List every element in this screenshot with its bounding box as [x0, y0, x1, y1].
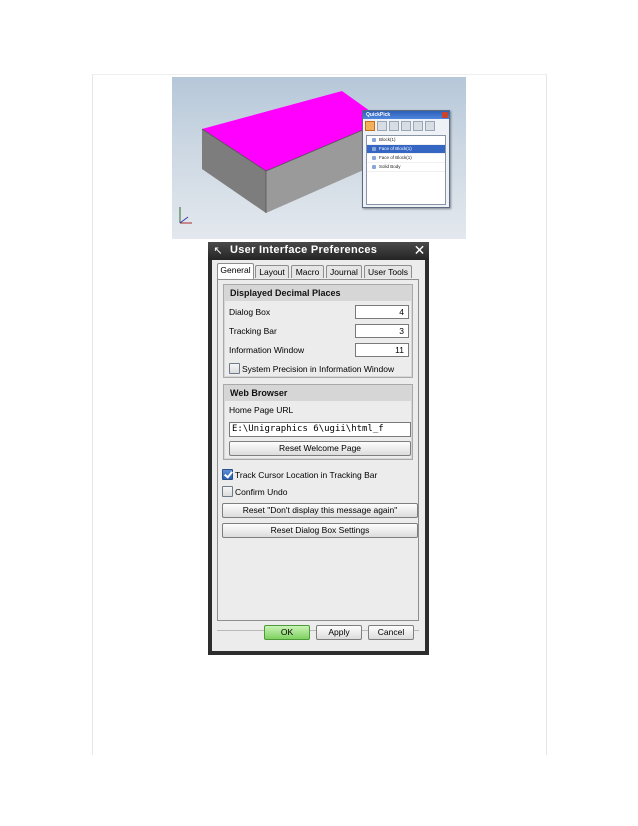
home-page-url-label: Home Page URL — [229, 405, 294, 415]
list-item-label: Block(1) — [379, 137, 396, 142]
tab-journal[interactable]: Journal — [326, 265, 362, 278]
quickpick-list: Block(1) Face of Block(1) Face of Block(… — [366, 135, 446, 205]
axis-triad — [179, 207, 192, 224]
track-cursor-label: Track Cursor Location in Tracking Bar — [235, 470, 378, 480]
reset-dont-display-button[interactable]: Reset "Don't display this message again" — [222, 503, 418, 518]
list-item[interactable]: Face of Block(1) — [367, 154, 445, 163]
home-page-url-input[interactable]: E:\Unigraphics 6\ugii\html_f — [229, 422, 411, 437]
dialog-app-icon: ↖ — [213, 245, 223, 257]
confirm-undo-checkbox[interactable] — [222, 486, 233, 497]
group-title: Displayed Decimal Places — [230, 288, 341, 298]
quickpick-filter-icon[interactable] — [377, 121, 387, 131]
dialog-title: User Interface Preferences — [230, 244, 378, 256]
quickpick-close-icon[interactable] — [442, 112, 448, 118]
quickpick-filter-icon[interactable] — [401, 121, 411, 131]
quickpick-window[interactable]: QuickPick Block(1) Face of Block(1) Face… — [362, 110, 450, 208]
dialog-titlebar[interactable]: ↖ User Interface Preferences ✕ — [208, 242, 429, 260]
list-item-label: Face of Block(1) — [379, 155, 412, 160]
ok-button[interactable]: OK — [264, 625, 310, 640]
tab-layout[interactable]: Layout — [255, 265, 289, 278]
reset-welcome-page-button[interactable]: Reset Welcome Page — [229, 441, 411, 456]
graphics-viewport[interactable]: QuickPick Block(1) Face of Block(1) Face… — [172, 77, 466, 239]
group-body: Dialog Box 4 Tracking Bar 3 Information … — [225, 301, 411, 376]
web-browser-group: Web Browser Home Page URL E:\Unigraphics… — [223, 384, 413, 460]
tab-macro[interactable]: Macro — [291, 265, 324, 278]
tab-general[interactable]: General — [217, 263, 254, 279]
tab-user-tools[interactable]: User Tools — [364, 265, 412, 278]
quickpick-filter-icon[interactable] — [425, 121, 435, 131]
information-window-label: Information Window — [229, 345, 305, 355]
object-icon — [372, 147, 376, 151]
object-icon — [372, 138, 376, 142]
close-icon[interactable]: ✕ — [413, 243, 426, 257]
information-window-decimals-input[interactable]: 11 — [355, 343, 409, 357]
list-item-label: Face of Block(1) — [379, 146, 412, 151]
general-tab-panel: Displayed Decimal Places Dialog Box 4 Tr… — [217, 279, 419, 621]
quickpick-toolbar — [363, 119, 449, 134]
quickpick-filter-icon[interactable] — [389, 121, 399, 131]
user-interface-preferences-dialog: ↖ User Interface Preferences ✕ General L… — [208, 242, 429, 655]
track-cursor-checkbox[interactable] — [222, 469, 233, 480]
confirm-undo-label: Confirm Undo — [235, 487, 288, 497]
decimal-places-group: Displayed Decimal Places Dialog Box 4 Tr… — [223, 284, 413, 378]
object-icon — [372, 165, 376, 169]
list-item[interactable]: Face of Block(1) — [367, 145, 445, 154]
tracking-bar-label: Tracking Bar — [229, 326, 277, 336]
system-precision-checkbox[interactable] — [229, 363, 240, 374]
list-item-label: Solid Body — [379, 164, 401, 169]
quickpick-filter-all-icon[interactable] — [365, 121, 375, 131]
quickpick-filter-icon[interactable] — [413, 121, 423, 131]
apply-button[interactable]: Apply — [316, 625, 362, 640]
cancel-button[interactable]: Cancel — [368, 625, 414, 640]
list-item[interactable]: Block(1) — [367, 136, 445, 145]
object-icon — [372, 156, 376, 160]
system-precision-label: System Precision in Information Window — [242, 364, 395, 374]
group-title: Web Browser — [230, 388, 288, 398]
dialog-box-label: Dialog Box — [229, 307, 271, 317]
group-body: Home Page URL E:\Unigraphics 6\ugii\html… — [225, 401, 411, 458]
reset-dialog-settings-button[interactable]: Reset Dialog Box Settings — [222, 523, 418, 538]
dialog-box-decimals-input[interactable]: 4 — [355, 305, 409, 319]
quickpick-title: QuickPick — [363, 111, 449, 119]
tracking-bar-decimals-input[interactable]: 3 — [355, 324, 409, 338]
list-item[interactable]: Solid Body — [367, 163, 445, 172]
dialog-client-area: General Layout Macro Journal User Tools … — [212, 260, 425, 651]
